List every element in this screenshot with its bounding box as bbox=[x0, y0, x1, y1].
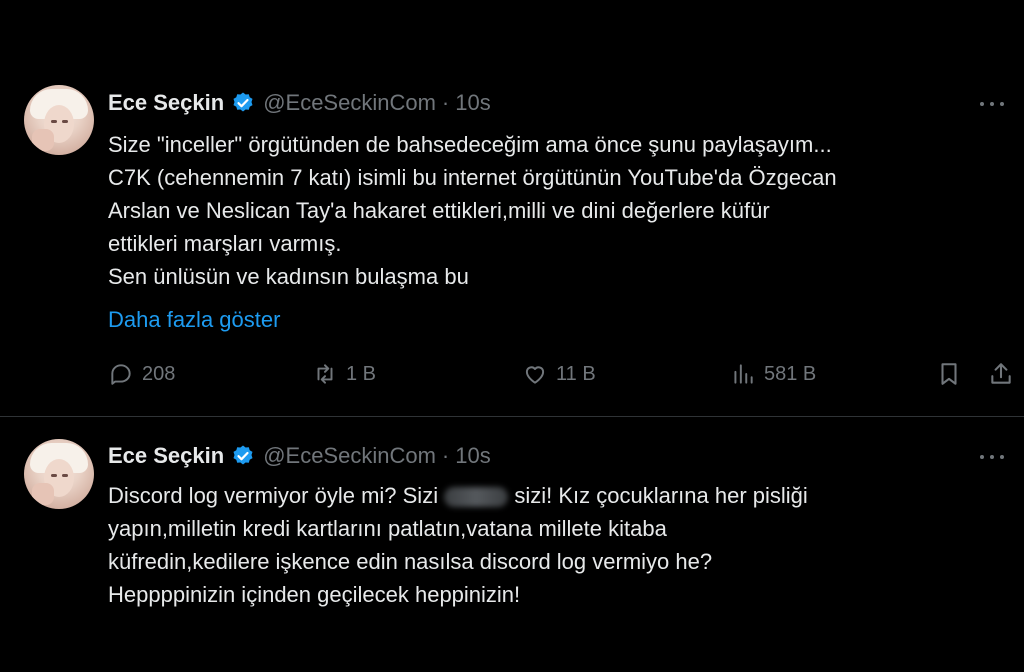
timestamp[interactable]: 10s bbox=[455, 443, 490, 469]
tweet-text: Size "inceller" örgütünden de bahsedeceğ… bbox=[108, 128, 1008, 293]
tweet-text-line: Discord log vermiyor öyle mi? Sizi sizi!… bbox=[108, 479, 1008, 512]
reply-icon bbox=[111, 364, 131, 385]
tweet-text-line: küfredin,kedilere işkence edin nasılsa d… bbox=[108, 549, 713, 574]
avatar[interactable] bbox=[24, 85, 94, 155]
reply-count: 208 bbox=[142, 362, 176, 385]
verified-badge-icon bbox=[233, 92, 253, 112]
censored-word bbox=[444, 487, 509, 508]
bookmark-icon bbox=[941, 363, 957, 385]
repost-button[interactable]: 1 B bbox=[312, 361, 376, 387]
like-button[interactable]: 11 B bbox=[522, 361, 596, 387]
views-count: 581 B bbox=[764, 362, 817, 385]
verified-badge-icon bbox=[233, 445, 253, 465]
author-name[interactable]: Ece Seçkin bbox=[108, 90, 224, 116]
more-icon[interactable] bbox=[978, 447, 1006, 467]
tweet-1[interactable]: Ece Seçkin @EceSeckinCom · 10s Size "inc… bbox=[0, 62, 1024, 416]
views-icon bbox=[734, 364, 753, 384]
repost-icon bbox=[317, 364, 333, 384]
views-button[interactable]: 581 B bbox=[730, 361, 816, 387]
tweet-text-line: Sen ünlüsün ve kadınsın bulaşma bu bbox=[108, 264, 469, 289]
like-count: 11 B bbox=[556, 362, 596, 385]
tweet-text-line: yapın,milletin kredi kartlarını patlatın… bbox=[108, 516, 667, 541]
more-icon[interactable] bbox=[978, 94, 1006, 114]
tweet-text-line: C7K (cehennemin 7 katı) isimli bu intern… bbox=[108, 165, 837, 190]
tweet-text-line: Arslan ve Neslican Tay'a hakaret ettikle… bbox=[108, 198, 770, 223]
separator-dot: · bbox=[441, 90, 450, 115]
show-more-link[interactable]: Daha fazla göster bbox=[108, 307, 280, 333]
author-handle[interactable]: @EceSeckinCom bbox=[263, 443, 436, 469]
share-icon bbox=[991, 363, 1011, 384]
tweet-2[interactable]: Ece Seçkin @EceSeckinCom · 10s Discord l… bbox=[0, 417, 1024, 672]
share-button[interactable] bbox=[988, 361, 1022, 387]
tweet-header: Ece Seçkin @EceSeckinCom · 10s bbox=[108, 88, 491, 118]
top-bar bbox=[0, 0, 1024, 62]
repost-count: 1 B bbox=[346, 362, 377, 385]
tweet-text-line: ettikleri marşları varmış. bbox=[108, 231, 342, 256]
tweet-header: Ece Seçkin @EceSeckinCom · 10s bbox=[108, 441, 491, 471]
separator-dot: · bbox=[441, 443, 450, 468]
tweet-text-line: Heppppinizin içinden geçilecek heppinizi… bbox=[108, 582, 521, 607]
bookmark-button[interactable] bbox=[936, 361, 970, 387]
text-after-censor: sizi! Kız çocuklarına her pisliği bbox=[514, 483, 808, 508]
timestamp[interactable]: 10s bbox=[455, 90, 490, 116]
author-handle[interactable]: @EceSeckinCom bbox=[263, 90, 436, 116]
text-before-censor: Discord log vermiyor öyle mi? Sizi bbox=[108, 483, 439, 508]
action-bar: 208 1 B 11 B 581 B bbox=[108, 361, 1024, 393]
tweet-text-line: Size "inceller" örgütünden de bahsedeceğ… bbox=[108, 132, 832, 157]
tweet-text: Discord log vermiyor öyle mi? Sizi sizi!… bbox=[108, 479, 1008, 611]
reply-button[interactable]: 208 bbox=[108, 361, 175, 387]
author-name[interactable]: Ece Seçkin bbox=[108, 443, 224, 469]
like-icon bbox=[525, 366, 545, 384]
avatar[interactable] bbox=[24, 439, 94, 509]
